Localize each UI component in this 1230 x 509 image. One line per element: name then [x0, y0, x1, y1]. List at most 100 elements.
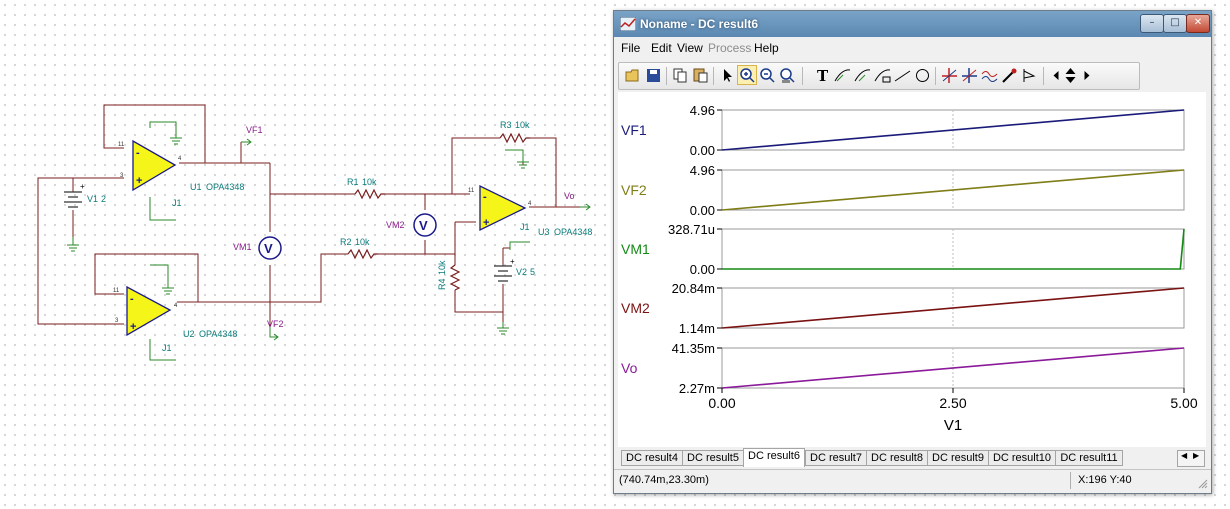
menu-bar: File Edit View Process Help — [614, 38, 1211, 58]
zoom-fit-icon[interactable] — [778, 66, 797, 85]
svg-text:R2: R2 — [340, 237, 352, 247]
dc-result-chart[interactable]: 4.96 0.00 VF1 4.96 0.00 VF2 328.71u 0.00 VM1 20.8… — [618, 92, 1206, 447]
tab-dc-result11[interactable]: DC result11 — [1055, 450, 1123, 466]
menu-file[interactable]: File — [621, 41, 640, 55]
x-tick-label: 2.50 — [939, 395, 966, 411]
svg-text:V: V — [264, 241, 273, 256]
svg-text:VF2: VF2 — [267, 319, 284, 329]
svg-text:+: + — [130, 321, 136, 333]
y-max-label-vf2: 4.96 — [690, 163, 715, 178]
cursor-b-icon[interactable] — [960, 66, 979, 85]
status-bar: (740.74m,23.30m) X:196 Y:40 — [614, 469, 1211, 492]
svg-text:R4: R4 — [437, 278, 447, 290]
resistor-r3 — [499, 132, 530, 144]
paste-icon[interactable] — [691, 66, 710, 85]
battery-v2 — [494, 265, 512, 282]
close-button[interactable]: ✕ — [1186, 14, 1210, 33]
svg-text:10k: 10k — [437, 260, 447, 275]
minimize-button[interactable]: – — [1140, 14, 1164, 33]
battery-v1 — [64, 191, 82, 208]
svg-text:VM1: VM1 — [233, 242, 252, 252]
tab-scroller[interactable]: ◀ ▶ — [1177, 450, 1205, 467]
svg-text:-: - — [130, 293, 134, 305]
svg-text:U3: U3 — [538, 227, 550, 237]
svg-text:-: - — [136, 147, 140, 159]
svg-text:+: + — [510, 257, 515, 266]
tab-dc-result4[interactable]: DC result4 — [621, 450, 683, 466]
menu-edit[interactable]: Edit — [651, 41, 672, 55]
menu-view[interactable]: View — [677, 41, 703, 55]
cursor-value-readout: (740.74m,23.30m) — [619, 474, 709, 486]
save-icon[interactable] — [644, 66, 663, 85]
copy-icon[interactable] — [671, 66, 690, 85]
menu-process[interactable]: Process — [708, 41, 751, 55]
series-label-vf2: VF2 — [621, 182, 647, 198]
scroll-updown-icon[interactable] — [1061, 66, 1076, 85]
series-label-vo: Vo — [621, 360, 638, 376]
svg-text:VF1: VF1 — [246, 125, 263, 135]
x-tick-label: 0.00 — [708, 395, 735, 411]
y-max-label-vo: 41.35m — [672, 341, 715, 356]
svg-text:11: 11 — [468, 188, 475, 194]
tab-dc-result9[interactable]: DC result9 — [927, 450, 989, 466]
curve-tool-2-icon[interactable] — [853, 66, 872, 85]
tab-dc-result5[interactable]: DC result5 — [682, 450, 744, 466]
line-icon[interactable] — [893, 66, 912, 85]
tab-dc-result7[interactable]: DC result7 — [805, 450, 867, 466]
series-label-vf1: VF1 — [621, 122, 647, 138]
scroll-right-icon[interactable] — [1077, 66, 1090, 85]
svg-text:OPA4348: OPA4348 — [554, 227, 592, 237]
tab-scroll-right-icon[interactable]: ▶ — [1193, 451, 1199, 460]
cursor-a-icon[interactable] — [940, 66, 959, 85]
resistor-r4 — [449, 264, 461, 291]
svg-text:J1: J1 — [162, 343, 172, 353]
svg-text:J1: J1 — [172, 198, 182, 208]
cursor-position-readout: X:196 Y:40 — [1078, 474, 1132, 486]
circle-icon[interactable] — [913, 66, 932, 85]
svg-text:3: 3 — [115, 318, 119, 324]
zoom-in-icon[interactable] — [737, 65, 757, 85]
marker-icon[interactable] — [1020, 66, 1039, 85]
svg-text:OPA4348: OPA4348 — [199, 329, 237, 339]
menu-help[interactable]: Help — [754, 41, 779, 55]
dc-result-window[interactable]: Noname - DC result6 – □ ✕ File Edit View… — [613, 10, 1212, 494]
resistor-r1 — [354, 188, 385, 200]
tab-dc-result10[interactable]: DC result10 — [988, 450, 1056, 466]
svg-text:4: 4 — [528, 201, 532, 207]
y-max-label-vm1: 328.71u — [668, 222, 715, 237]
tab-dc-result6[interactable]: DC result6 — [743, 448, 805, 467]
waveform-icon[interactable] — [980, 66, 999, 85]
svg-text:+: + — [136, 175, 142, 187]
tab-scroll-left-icon[interactable]: ◀ — [1181, 451, 1187, 460]
svg-text:11: 11 — [118, 142, 125, 148]
x-tick-label: 5.00 — [1170, 395, 1197, 411]
resize-grip-icon[interactable] — [1198, 479, 1208, 489]
y-max-label-vf1: 4.96 — [690, 103, 715, 118]
circuit-schematic[interactable]: - + - + - + 11 3 4 11 3 4 11 4 + + V V V… — [0, 0, 610, 509]
zoom-out-icon[interactable] — [758, 66, 777, 85]
pointer-icon[interactable] — [717, 66, 736, 85]
svg-text:V: V — [419, 218, 428, 233]
y-min-label-vo: 2.27m — [679, 381, 715, 396]
svg-text:R1: R1 — [347, 177, 359, 187]
probe-icon[interactable] — [1000, 66, 1019, 85]
svg-text:10k: 10k — [355, 237, 370, 247]
series-label-vm1: VM1 — [621, 241, 650, 257]
svg-text:-: - — [483, 191, 487, 203]
svg-text:Vo: Vo — [564, 191, 575, 201]
svg-text:10k: 10k — [515, 120, 530, 130]
title-bar[interactable]: Noname - DC result6 – □ ✕ — [614, 11, 1211, 37]
series-label-vm2: VM2 — [621, 300, 650, 316]
text-icon[interactable]: T — [813, 66, 832, 85]
svg-text:VM2: VM2 — [386, 220, 405, 230]
scroll-left-icon[interactable] — [1047, 66, 1059, 85]
curve-tool-3-icon[interactable] — [873, 66, 892, 85]
open-icon[interactable] — [624, 66, 643, 85]
curve-tool-icon[interactable] — [833, 66, 852, 85]
svg-text:V2: V2 — [516, 267, 527, 277]
svg-text:U1: U1 — [190, 182, 202, 192]
y-min-label-vm1: 0.00 — [690, 262, 715, 277]
maximize-button[interactable]: □ — [1163, 14, 1187, 33]
svg-text:U2: U2 — [183, 329, 195, 339]
tab-dc-result8[interactable]: DC result8 — [866, 450, 928, 466]
